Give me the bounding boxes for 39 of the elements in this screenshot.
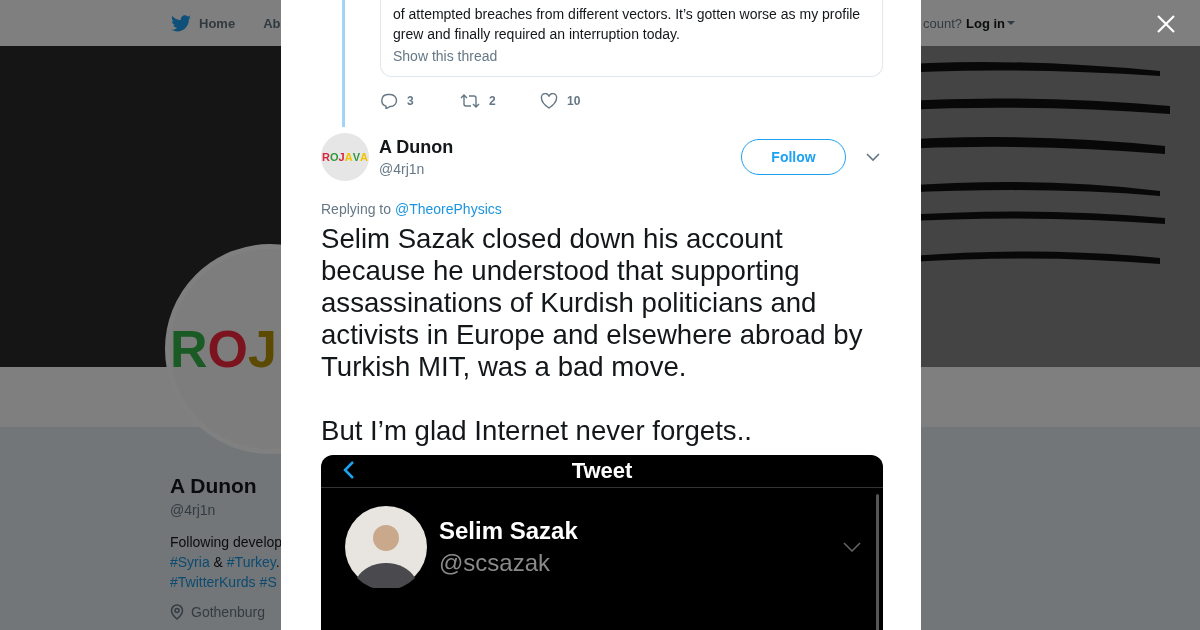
hashtag-link[interactable]: #Turkey xyxy=(226,554,276,570)
hashtag-link[interactable]: #TwitterKurds xyxy=(170,574,256,590)
quoted-tweet-card[interactable]: of attempted breaches from different vectors. It’s gotten worse as my profile grew and finally required an interruption today. Show this thread xyxy=(380,0,883,77)
screen-user-name: Selim Sazak xyxy=(439,517,579,545)
retweet-count: 2 xyxy=(489,94,496,108)
bio-text: Following develop xyxy=(170,534,283,550)
replying-label: Replying to xyxy=(321,201,392,217)
follow-button[interactable]: Follow xyxy=(741,139,846,175)
user-avatar[interactable]: ROJAVA xyxy=(321,133,369,181)
login-link[interactable]: Log in xyxy=(966,15,1015,31)
account-prompt: count? xyxy=(922,15,962,31)
close-icon[interactable] xyxy=(1157,15,1175,33)
user-name[interactable]: A Dunon xyxy=(379,137,741,158)
nav-link[interactable]: Ab xyxy=(263,15,281,31)
reply-icon[interactable] xyxy=(380,93,398,109)
heart-icon[interactable] xyxy=(540,93,558,109)
user-handle[interactable]: @4rj1n xyxy=(379,161,741,177)
caret-icon xyxy=(1007,21,1015,25)
screen-user-handle: @scsazak xyxy=(439,549,552,577)
mention-link[interactable]: @TheorePhysics xyxy=(394,201,502,217)
screenshot-image[interactable]: Tweet Selim Sazak @scsazak xyxy=(321,455,883,630)
quoted-tweet-text: of attempted breaches from different vectors. It’s gotten worse as my profile grew and finally required an interruption today. xyxy=(393,5,862,44)
chevron-down-icon xyxy=(843,542,861,552)
chevron-down-icon[interactable] xyxy=(866,152,880,162)
profile-handle: @4rj1n xyxy=(170,502,217,518)
screen-title: Tweet xyxy=(571,458,633,484)
hashtag-link[interactable]: #Syria xyxy=(170,554,210,570)
nav-link[interactable]: Home xyxy=(199,15,236,31)
bio-text: & xyxy=(212,554,224,570)
person-avatar-icon xyxy=(345,506,427,588)
location-text: Gothenburg xyxy=(191,604,265,620)
profile-name: A Dunon xyxy=(170,474,258,498)
show-thread-link[interactable]: Show this thread xyxy=(393,48,870,64)
location-pin-icon xyxy=(170,604,184,620)
like-count: 10 xyxy=(567,94,581,108)
retweet-icon[interactable] xyxy=(460,93,480,109)
hashtag-link[interactable]: #S xyxy=(259,574,277,590)
reply-count: 3 xyxy=(407,94,414,108)
back-chevron-icon xyxy=(343,461,355,479)
